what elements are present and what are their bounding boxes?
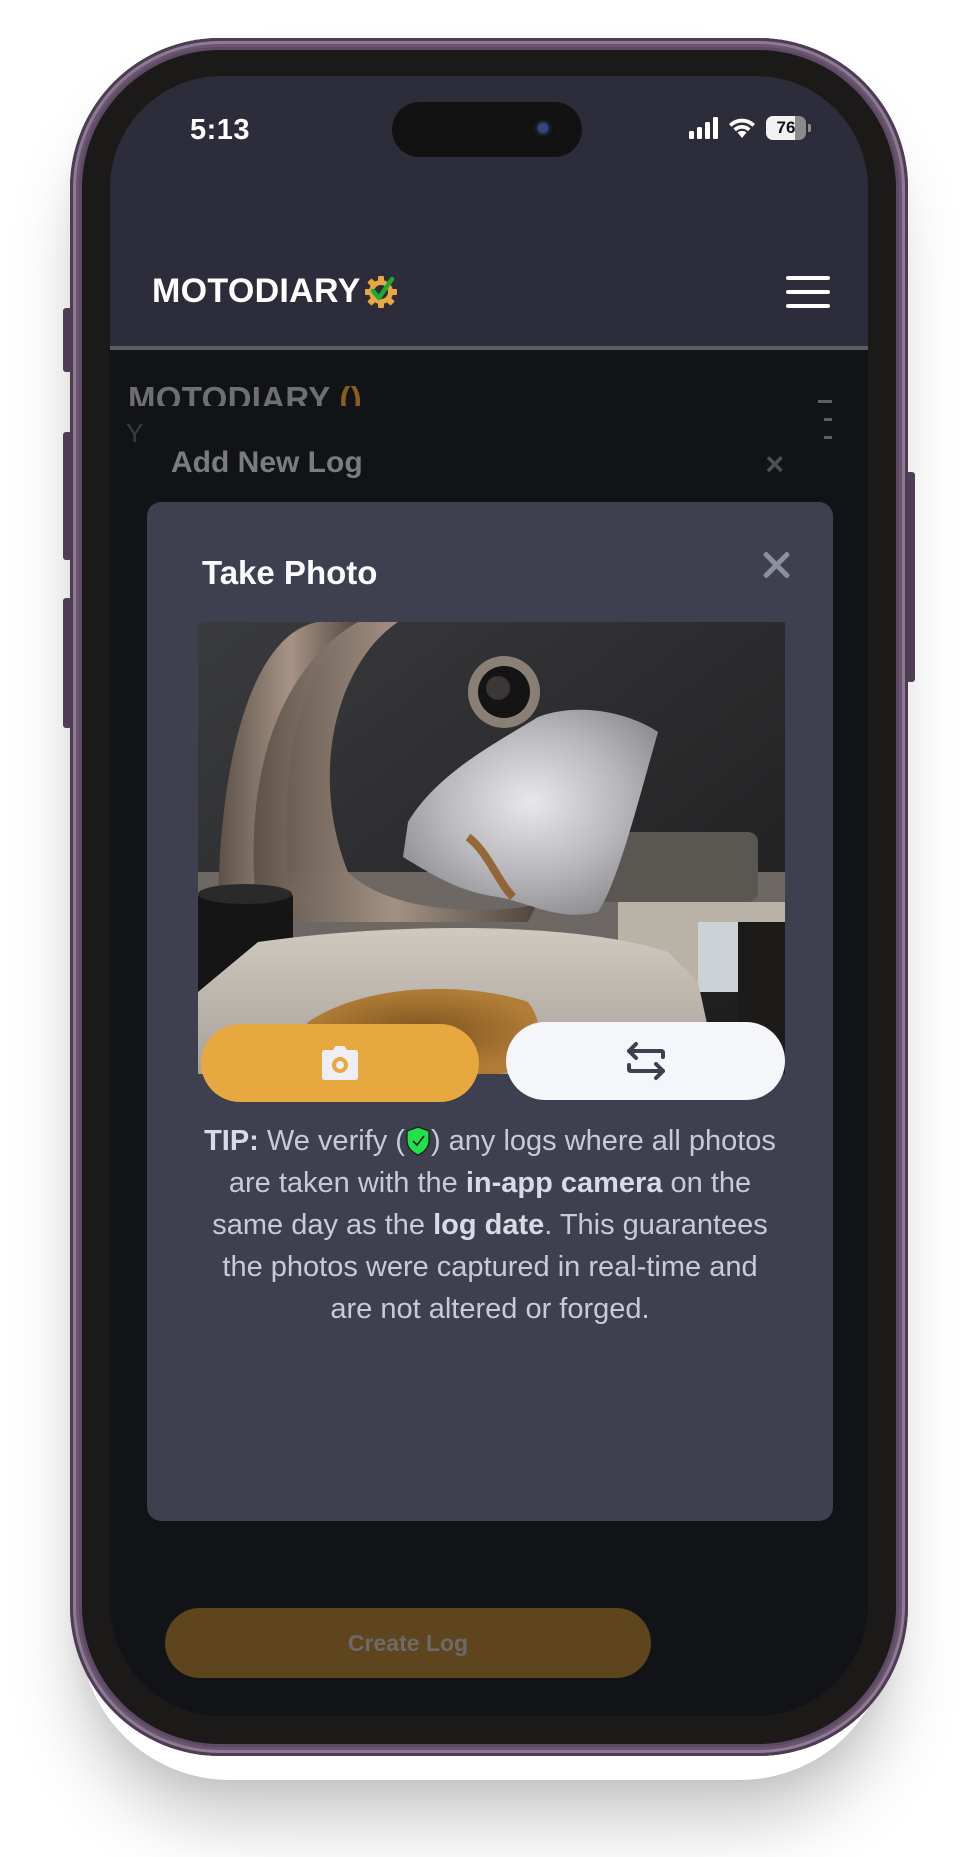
status-icons: 76 — [689, 116, 811, 140]
add-new-log-title: Add New Log — [171, 446, 363, 479]
app-header: MOTODIARY — [110, 186, 868, 350]
modal-title: Take Photo — [202, 554, 378, 591]
add-log-close-icon: × — [765, 446, 784, 482]
close-icon[interactable] — [759, 548, 793, 582]
phone-screen: 5:13 76 MOTODIARY MOTODIARY () Y Add New… — [110, 76, 868, 1716]
camera-preview-image — [198, 622, 785, 1074]
dynamic-island — [392, 102, 582, 157]
background-brand: MOTODIARY () — [128, 380, 363, 406]
gear-check-icon — [364, 275, 397, 308]
status-bar: 5:13 76 — [110, 76, 868, 186]
background-text-fragment: Y — [126, 418, 144, 448]
camera-preview — [198, 622, 785, 1074]
camera-icon — [322, 1046, 358, 1080]
switch-camera-button[interactable] — [506, 1022, 785, 1100]
switch-camera-icon — [626, 1042, 665, 1080]
capture-photo-button[interactable] — [201, 1024, 479, 1102]
battery-icon: 76 — [766, 116, 811, 140]
status-time: 5:13 — [190, 114, 251, 146]
wifi-icon — [729, 118, 755, 138]
verification-tip: TIP: We verify ( ) any logs where all ph… — [204, 1125, 776, 1325]
battery-level: 76 — [776, 118, 796, 137]
front-camera-icon — [534, 119, 554, 139]
verified-shield-icon — [406, 1126, 430, 1156]
brand-name: MOTODIARY — [152, 272, 361, 310]
take-photo-modal: Take Photo TIP: We verify () any logs w… — [147, 502, 833, 1521]
create-log-button: Create Log — [165, 1608, 651, 1678]
hamburger-menu-icon[interactable] — [786, 276, 830, 308]
cellular-signal-icon — [689, 117, 718, 139]
tip-label: TIP: — [204, 1125, 259, 1157]
brand-logo-link[interactable]: MOTODIARY — [152, 272, 399, 311]
background-menu-icon — [818, 400, 832, 439]
